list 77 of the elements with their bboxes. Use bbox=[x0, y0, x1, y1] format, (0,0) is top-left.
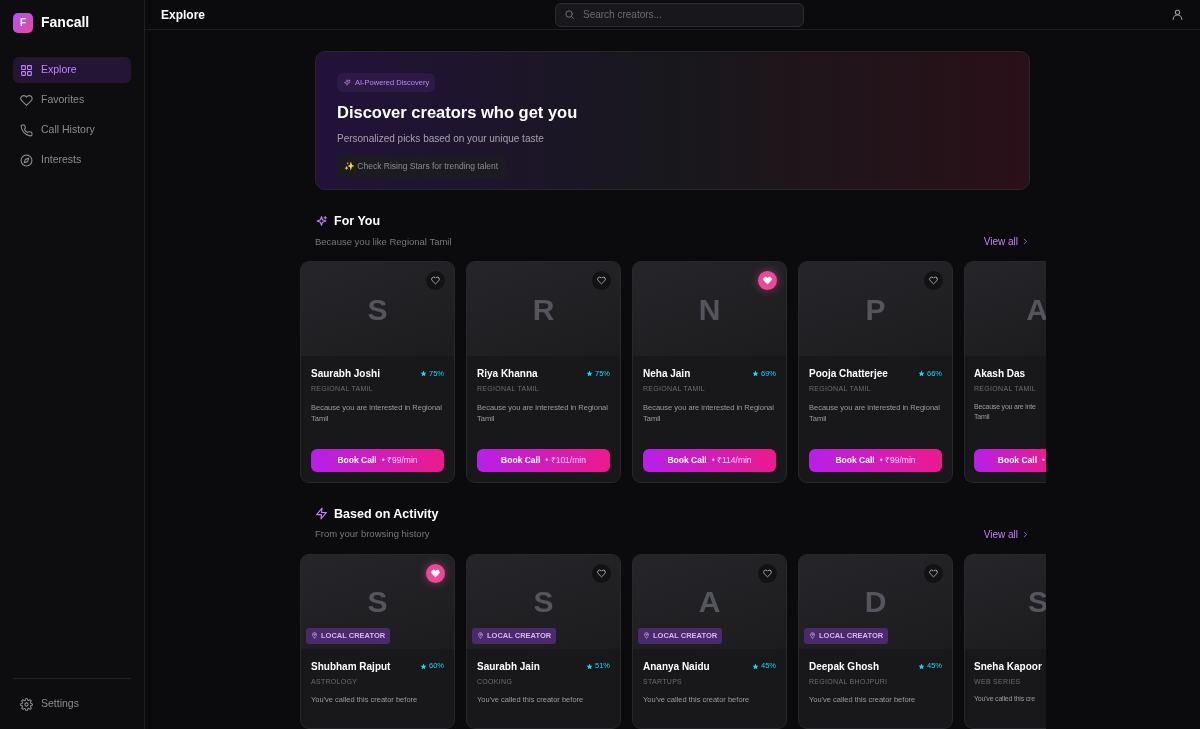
avatar-initial: S bbox=[1028, 584, 1046, 620]
star-icon bbox=[918, 370, 925, 377]
creator-name: Pooja Chatterjee bbox=[809, 367, 888, 381]
avatar-initial: D bbox=[864, 584, 887, 620]
user-icon bbox=[1171, 8, 1184, 21]
creator-name: Neha Jain bbox=[643, 367, 691, 381]
star-icon bbox=[918, 662, 925, 670]
creator-name: Sneha Kapoor bbox=[974, 659, 1042, 674]
sparkle-icon bbox=[315, 214, 328, 228]
heart-icon bbox=[20, 93, 33, 107]
avatar-initial: S bbox=[533, 584, 554, 620]
section-subtitle: From your browsing history bbox=[315, 527, 431, 542]
creator-name: Riya Khanna bbox=[477, 367, 538, 381]
book-call-button[interactable]: Book Call • bbox=[974, 448, 1046, 472]
hero-title: Discover creators who get you bbox=[337, 102, 579, 124]
avatar-initial: P bbox=[865, 291, 886, 328]
pin-icon bbox=[477, 632, 484, 640]
favorite-button[interactable] bbox=[426, 563, 445, 583]
search-icon bbox=[564, 9, 575, 20]
heart-icon bbox=[597, 568, 606, 578]
chevron-right-icon bbox=[1021, 529, 1030, 539]
creator-name: Shubham Rajput bbox=[311, 659, 391, 674]
creator-name: Ananya Naidu bbox=[643, 659, 710, 674]
avatar-initial: S bbox=[367, 291, 388, 328]
logo-icon: F bbox=[13, 12, 33, 33]
search-field[interactable]: Search creators... bbox=[555, 2, 804, 27]
creator-name: Saurabh Joshi bbox=[311, 367, 380, 381]
star-icon bbox=[420, 662, 427, 670]
sparkle-icon bbox=[343, 78, 351, 87]
book-call-button[interactable]: Book Call • ₹99/min bbox=[311, 448, 444, 472]
heart-icon bbox=[431, 568, 440, 578]
heart-icon bbox=[431, 276, 440, 285]
avatar-initial: R bbox=[532, 291, 555, 328]
heart-icon bbox=[929, 568, 938, 578]
sidebar-item[interactable]: Settings bbox=[13, 691, 131, 717]
favorite-button[interactable] bbox=[758, 271, 777, 290]
sidebar-item[interactable]: Favorites bbox=[13, 87, 131, 113]
pin-icon bbox=[311, 632, 318, 640]
lightning-icon bbox=[315, 507, 328, 521]
chevron-right-icon bbox=[1021, 237, 1030, 246]
star-icon bbox=[586, 662, 593, 670]
page-title: Explore bbox=[161, 6, 206, 24]
pin-icon bbox=[643, 632, 650, 640]
star-icon bbox=[586, 370, 593, 377]
heart-icon bbox=[597, 276, 606, 285]
avatar-initial: A bbox=[698, 584, 721, 620]
avatar-initial: S bbox=[367, 584, 388, 620]
heart-icon bbox=[763, 276, 772, 285]
book-call-button[interactable]: Book Call • ₹101/min bbox=[477, 448, 610, 472]
star-icon bbox=[752, 662, 759, 670]
view-all-link[interactable]: View all bbox=[983, 526, 1030, 542]
sidebar-item[interactable]: Explore bbox=[13, 57, 131, 83]
avatar-initial: N bbox=[698, 291, 721, 328]
book-call-button[interactable]: Book Call • ₹114/min bbox=[643, 448, 776, 472]
sidebar-item[interactable]: Call History bbox=[13, 117, 131, 143]
grid-icon bbox=[20, 63, 33, 77]
heart-icon bbox=[763, 568, 772, 578]
phone-icon bbox=[20, 123, 33, 137]
book-call-button[interactable]: Book Call • ₹99/min bbox=[809, 448, 942, 472]
view-all-link[interactable]: View all bbox=[983, 234, 1030, 249]
compass-icon bbox=[20, 153, 33, 167]
star-icon bbox=[420, 370, 427, 377]
search-input[interactable]: Search creators... bbox=[581, 6, 795, 23]
star-icon bbox=[752, 370, 759, 377]
heart-icon bbox=[929, 276, 938, 285]
section-title: For You bbox=[334, 213, 381, 230]
hero-subtitle: Personalized picks based on your unique taste bbox=[337, 132, 545, 146]
app-name: Fancall bbox=[41, 13, 90, 32]
sidebar-item[interactable]: Interests bbox=[13, 147, 131, 173]
section-subtitle: Because you like Regional Tamil bbox=[315, 234, 452, 249]
creator-name: Deepak Ghosh bbox=[809, 659, 880, 674]
tip-chip[interactable]: ✨ Check Rising Stars for trending talent bbox=[337, 155, 506, 178]
creator-name: Akash Das bbox=[974, 367, 1026, 381]
creator-name: Saurabh Jain bbox=[477, 659, 540, 674]
section-title: Based on Activity bbox=[334, 505, 439, 523]
pin-icon bbox=[809, 632, 816, 640]
gear-icon bbox=[20, 697, 33, 711]
